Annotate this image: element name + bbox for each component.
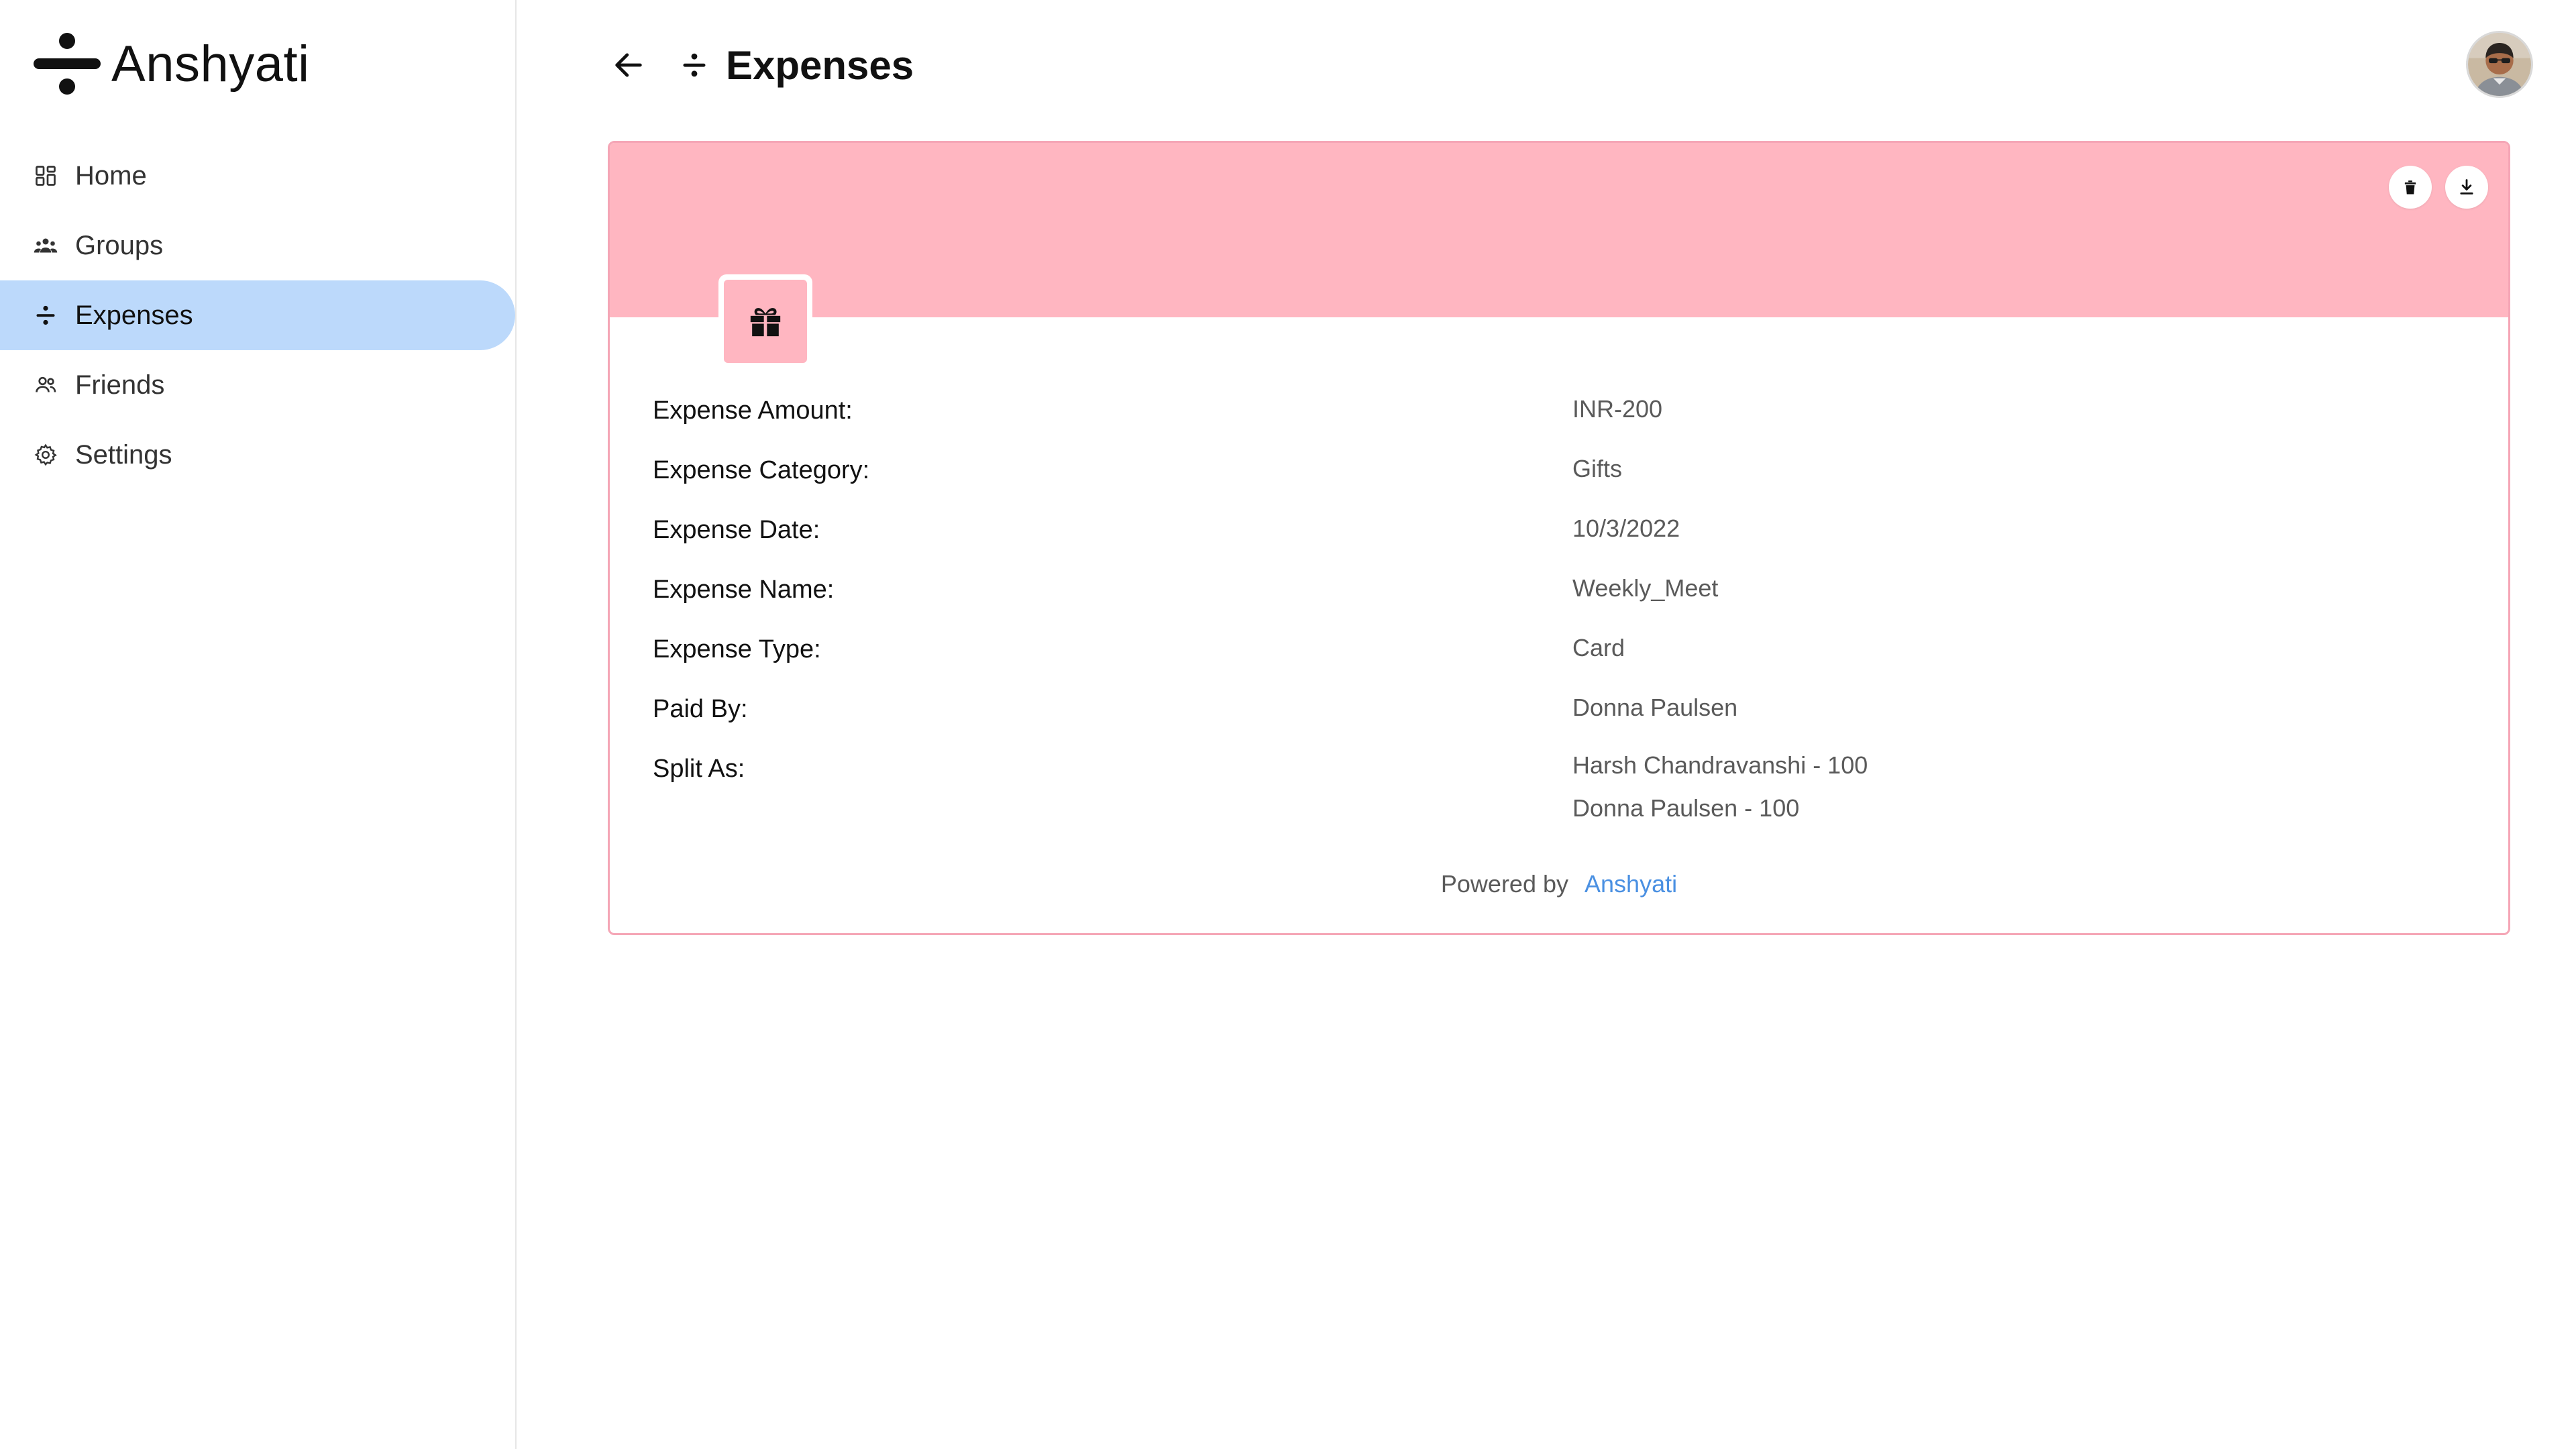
download-icon bbox=[2460, 179, 2473, 195]
detail-label: Expense Date: bbox=[653, 516, 820, 544]
detail-row-amount: Expense Amount: INR-200 bbox=[653, 386, 2464, 445]
split-item: Harsh Chandravanshi - 100 bbox=[1572, 751, 1868, 779]
category-badge-inner bbox=[724, 280, 807, 363]
expense-details: Expense Amount: INR-200 Expense Category… bbox=[653, 386, 2464, 830]
sidebar: Anshyati Home Groups Expenses Friends Se… bbox=[0, 0, 517, 1449]
user-avatar[interactable] bbox=[2466, 31, 2533, 98]
sidebar-item-friends[interactable]: Friends bbox=[0, 350, 517, 420]
card-actions bbox=[2389, 166, 2488, 209]
delete-button[interactable] bbox=[2389, 166, 2432, 209]
sidebar-nav: Home Groups Expenses Friends Settings bbox=[0, 141, 517, 490]
category-badge bbox=[718, 274, 812, 368]
arrow-left-icon bbox=[615, 53, 642, 77]
dashboard-icon bbox=[32, 162, 59, 189]
powered-by-footer: Powered by Anshyati bbox=[610, 870, 2508, 898]
detail-row-date: Expense Date: 10/3/2022 bbox=[653, 505, 2464, 565]
page-header: Expenses bbox=[605, 35, 914, 95]
split-item: Donna Paulsen - 100 bbox=[1572, 794, 1800, 822]
expense-card: Expense Amount: INR-200 Expense Category… bbox=[608, 141, 2510, 935]
detail-value: Gifts bbox=[1572, 455, 1623, 482]
detail-value: INR-200 bbox=[1572, 395, 1663, 423]
brand-name: Anshyati bbox=[111, 35, 310, 93]
detail-label: Split As: bbox=[653, 755, 745, 783]
sidebar-item-expenses[interactable]: Expenses bbox=[0, 280, 515, 350]
detail-row-type: Expense Type: Card bbox=[653, 625, 2464, 684]
detail-value: Donna Paulsen bbox=[1572, 694, 1738, 721]
detail-value: Card bbox=[1572, 634, 1625, 661]
detail-label: Paid By: bbox=[653, 695, 748, 723]
detail-label: Expense Name: bbox=[653, 576, 835, 604]
divide-icon bbox=[32, 302, 59, 329]
sidebar-item-label: Home bbox=[75, 160, 147, 191]
detail-value: 10/3/2022 bbox=[1572, 515, 1680, 542]
page-title: Expenses bbox=[726, 42, 914, 88]
split-list: Harsh Chandravanshi - 100 Donna Paulsen … bbox=[1572, 744, 1868, 830]
sidebar-item-label: Groups bbox=[75, 230, 164, 260]
powered-by-text: Powered by bbox=[1440, 870, 1568, 898]
sidebar-item-groups[interactable]: Groups bbox=[0, 211, 517, 280]
powered-by-brand-link[interactable]: Anshyati bbox=[1585, 870, 1677, 898]
detail-value: Weekly_Meet bbox=[1572, 574, 1719, 602]
card-banner bbox=[610, 143, 2508, 317]
detail-row-name: Expense Name: Weekly_Meet bbox=[653, 565, 2464, 625]
brand[interactable]: Anshyati bbox=[32, 27, 310, 101]
groups-icon bbox=[32, 232, 59, 259]
detail-label: Expense Category: bbox=[653, 456, 870, 484]
detail-label: Expense Type: bbox=[653, 635, 821, 663]
sidebar-item-label: Expenses bbox=[75, 300, 193, 330]
divide-icon bbox=[32, 29, 102, 99]
divide-icon bbox=[678, 48, 711, 82]
detail-label: Expense Amount: bbox=[653, 396, 853, 425]
back-button[interactable] bbox=[605, 42, 652, 89]
detail-row-category: Expense Category: Gifts bbox=[653, 445, 2464, 505]
user-avatar-photo bbox=[2468, 33, 2531, 96]
people-icon bbox=[32, 372, 59, 398]
trash-icon bbox=[2404, 180, 2416, 195]
sidebar-item-label: Friends bbox=[75, 370, 165, 400]
sidebar-item-settings[interactable]: Settings bbox=[0, 420, 517, 490]
download-button[interactable] bbox=[2445, 166, 2488, 209]
sidebar-item-home[interactable]: Home bbox=[0, 141, 517, 211]
detail-row-paid-by: Paid By: Donna Paulsen bbox=[653, 684, 2464, 744]
detail-row-split-as: Split As: Harsh Chandravanshi - 100 Donn… bbox=[653, 744, 2464, 830]
gear-icon bbox=[32, 441, 59, 468]
gift-icon bbox=[750, 308, 781, 337]
main-content: Expenses Expense Amount: INR-200 Expense… bbox=[518, 0, 2576, 1449]
sidebar-item-label: Settings bbox=[75, 439, 172, 470]
